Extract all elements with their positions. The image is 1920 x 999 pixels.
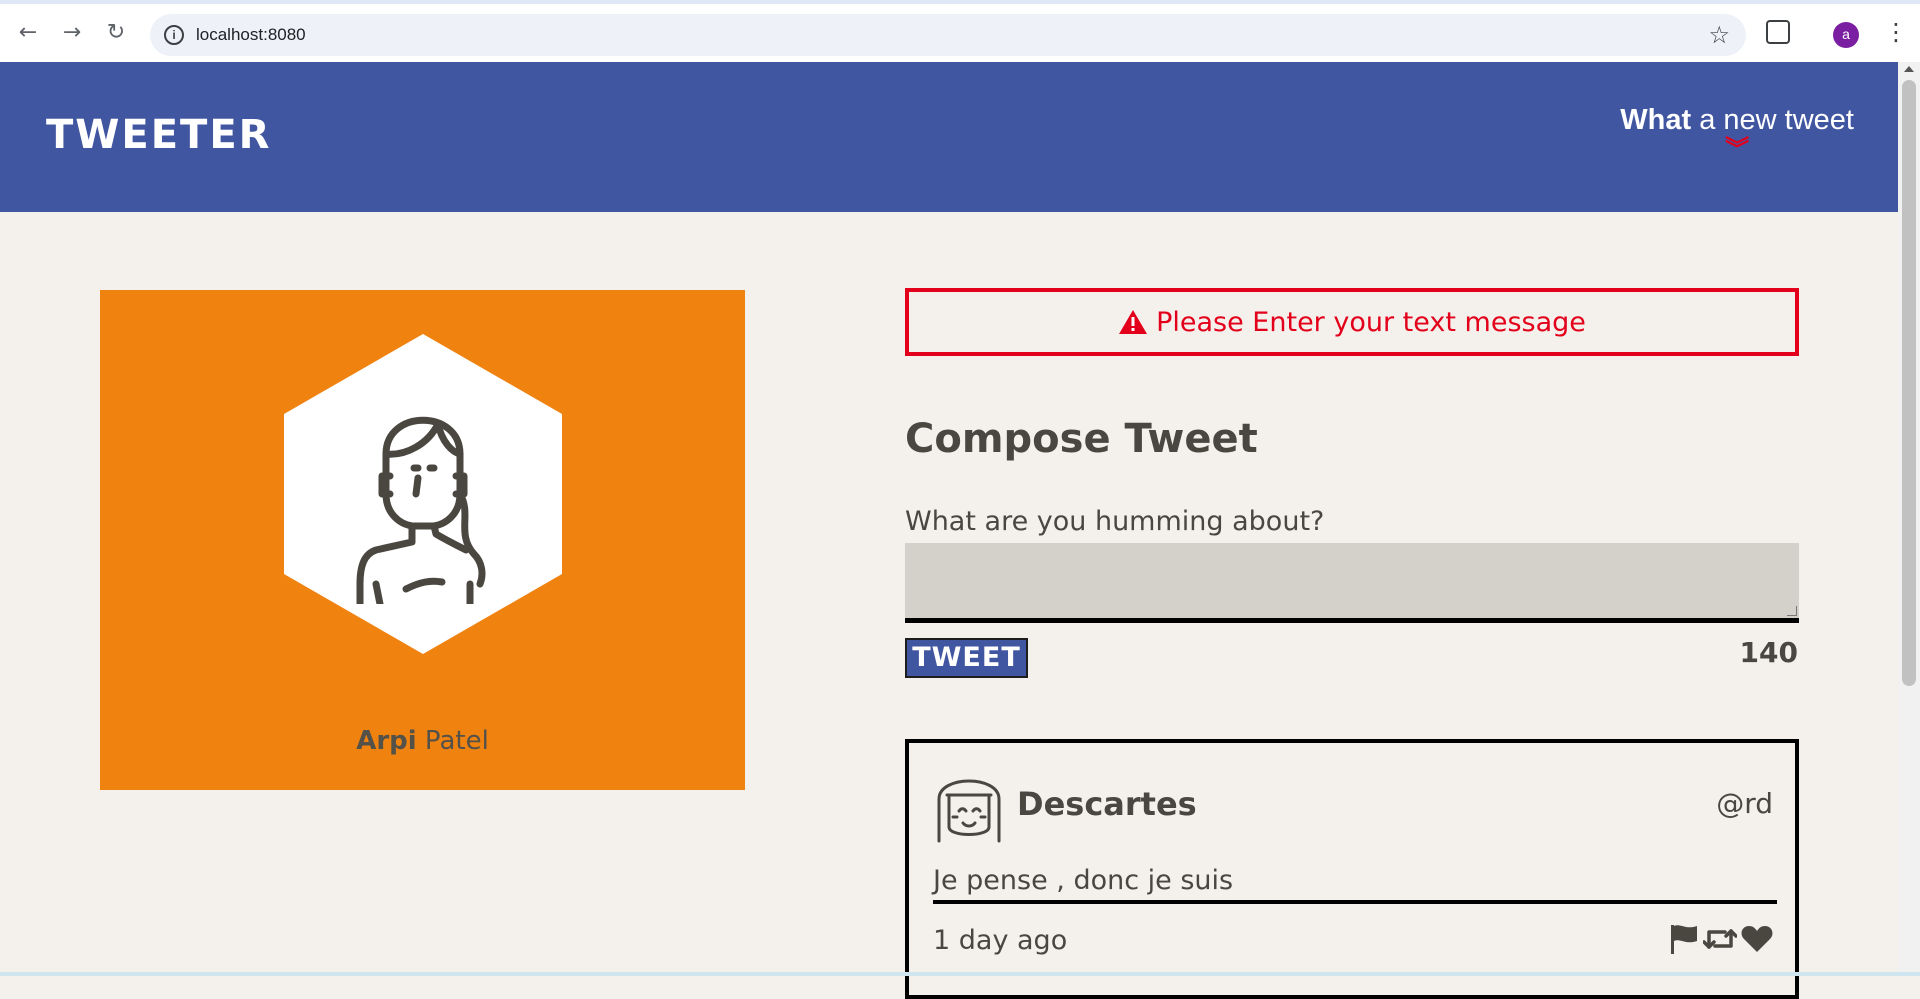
flag-icon[interactable]: [1669, 923, 1699, 955]
site-header: TWEETER What a new tweet ︾: [0, 62, 1898, 212]
brand-logo[interactable]: TWEETER: [46, 112, 271, 158]
compose-label: What are you humming about?: [905, 506, 1325, 537]
avatar-illustration-icon: [356, 416, 486, 604]
heart-icon[interactable]: [1741, 925, 1773, 953]
address-bar[interactable]: i localhost:8080 ☆: [150, 14, 1746, 56]
character-counter: 140: [1739, 636, 1798, 669]
user-first-name: Arpi: [356, 726, 417, 756]
tweet-text: Je pense , donc je suis: [933, 865, 1777, 904]
author-avatar-icon: [937, 779, 1001, 843]
star-icon[interactable]: ☆: [1708, 21, 1730, 49]
tweet-author: Descartes: [1017, 785, 1197, 823]
profile-hexagon: [284, 334, 562, 654]
scroll-thumb[interactable]: [1902, 80, 1916, 686]
forward-arrow-icon[interactable]: →: [58, 18, 86, 46]
browser-toolbar: ← → ↻ i localhost:8080 ☆ a ⋮: [0, 0, 1920, 62]
user-last-name: Patel: [416, 726, 489, 756]
user-name: Arpi Patel: [100, 726, 745, 756]
resize-grip-icon[interactable]: [1787, 606, 1797, 616]
new-tweet-text: a new tweet: [1691, 104, 1854, 136]
compose-title: Compose Tweet: [905, 416, 1258, 462]
new-tweet-bold: What: [1620, 104, 1692, 136]
kebab-menu-icon[interactable]: ⋮: [1884, 18, 1908, 46]
url-text[interactable]: localhost:8080: [196, 25, 306, 45]
info-icon[interactable]: i: [164, 25, 184, 45]
tweet-textarea[interactable]: [905, 543, 1799, 623]
profile-avatar[interactable]: a: [1833, 22, 1859, 48]
tweet-handle: @rd: [1716, 787, 1773, 820]
scroll-up-icon[interactable]: [1904, 66, 1914, 72]
tweet-actions: [1669, 923, 1773, 955]
tweet-button[interactable]: TWEET: [905, 638, 1028, 678]
profile-card: Arpi Patel: [100, 290, 745, 790]
error-message: Please Enter your text message: [905, 288, 1799, 356]
new-tweet-toggle[interactable]: What a new tweet ︾: [1620, 104, 1854, 161]
scrollbar[interactable]: [1898, 62, 1920, 976]
back-arrow-icon[interactable]: ←: [14, 18, 42, 46]
tweet-card: Descartes @rd Je pense , donc je suis 1 …: [905, 739, 1799, 999]
tweet-time: 1 day ago: [933, 925, 1068, 956]
reload-icon[interactable]: ↻: [102, 18, 130, 46]
warning-triangle-icon: [1119, 310, 1148, 334]
retweet-icon[interactable]: [1703, 925, 1737, 953]
error-text: Please Enter your text message: [1156, 306, 1586, 338]
extensions-icon[interactable]: [1766, 20, 1790, 44]
double-chevron-down-icon[interactable]: ︾: [1620, 137, 1854, 161]
window-bottom-edge: [0, 972, 1920, 976]
